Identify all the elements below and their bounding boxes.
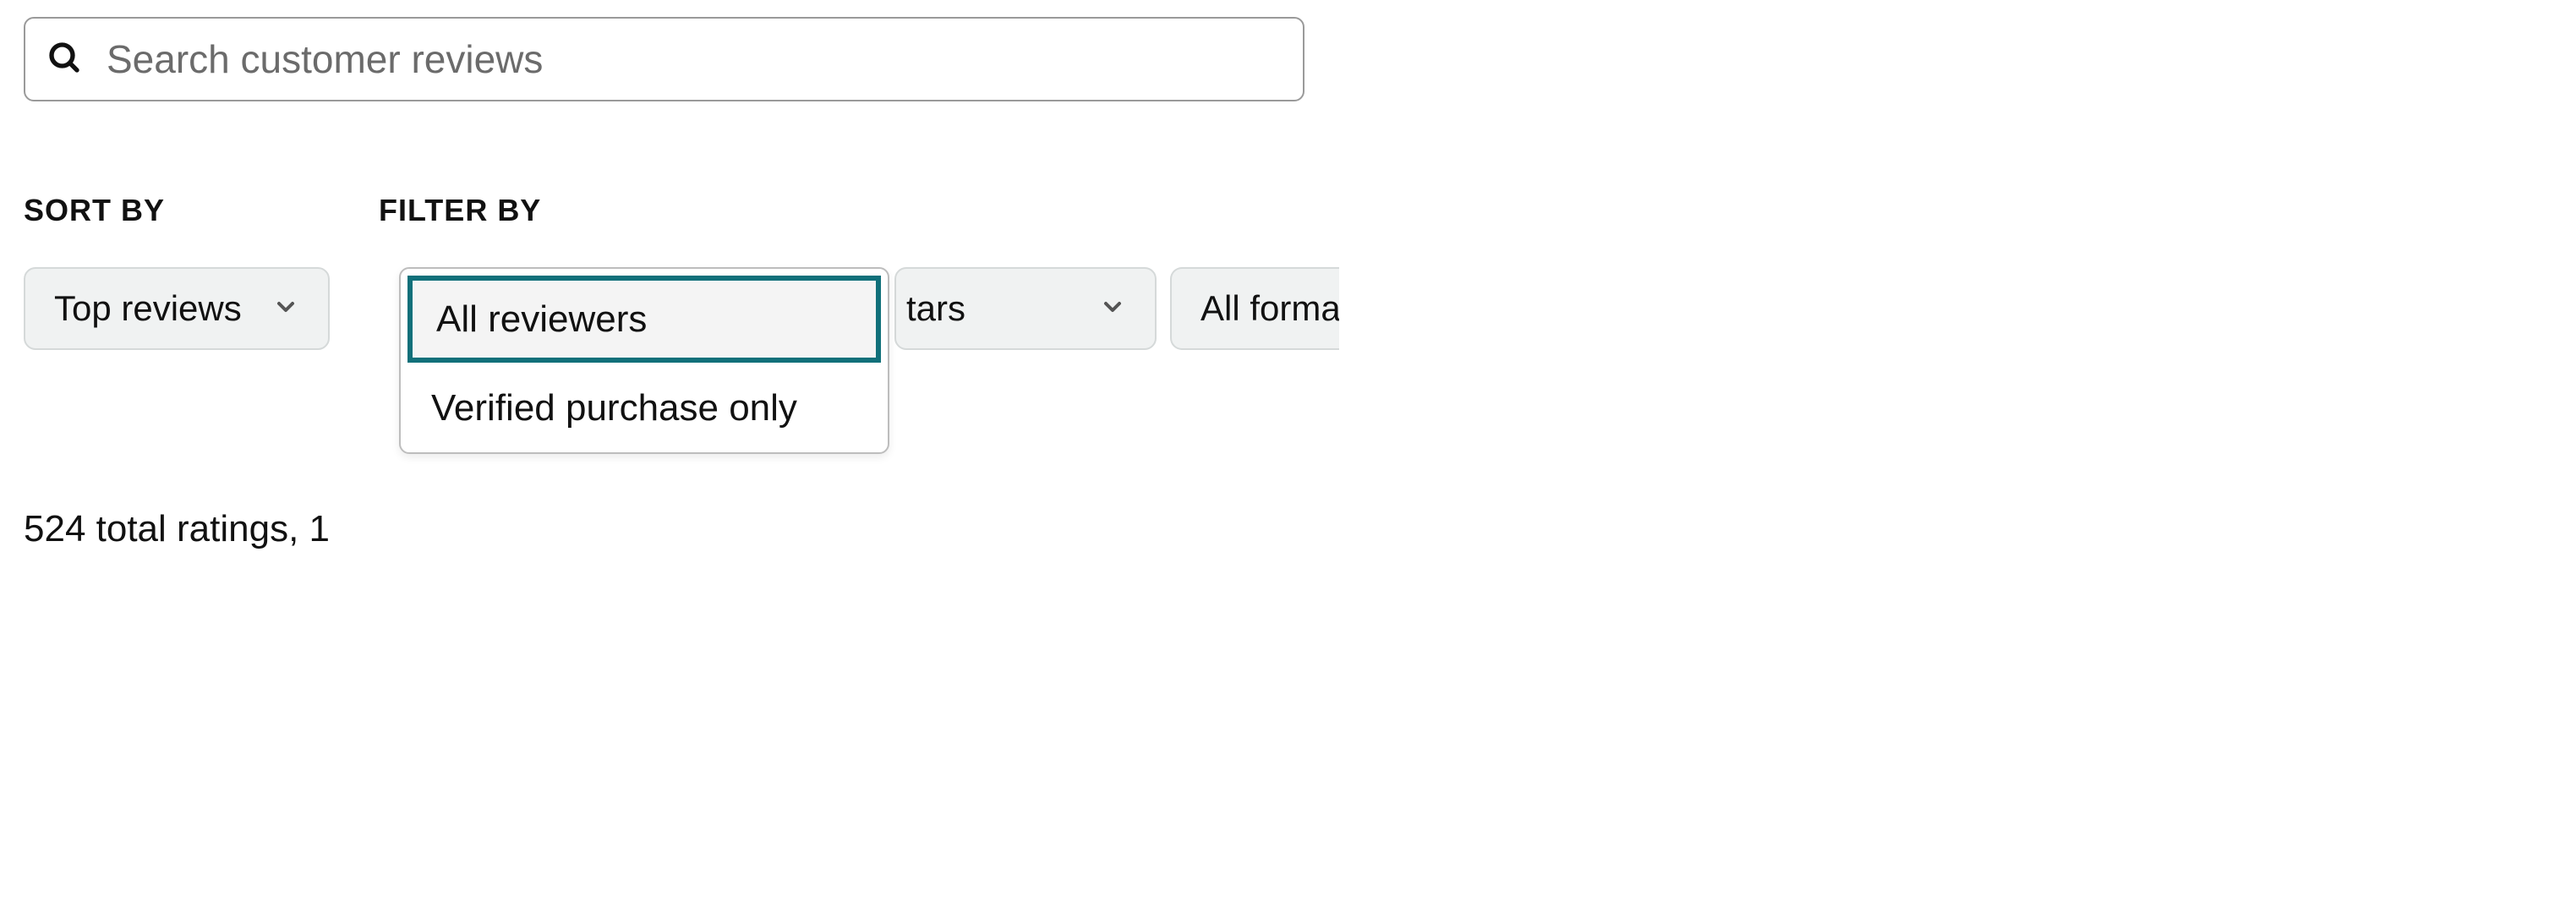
formats-filter-value-fragment: All forma [1200,288,1339,329]
search-icon [47,41,81,79]
sort-by-label: SORT BY [24,193,379,228]
reviewers-option-all[interactable]: All reviewers [407,276,881,363]
reviewers-option-verified[interactable]: Verified purchase only [401,364,888,451]
search-container[interactable] [24,17,1304,101]
filter-by-label: FILTER BY [379,193,541,228]
chevron-down-icon [272,288,299,329]
sort-selected-value: Top reviews [54,288,242,329]
stars-filter-dropdown[interactable]: tars [894,267,1157,350]
formats-filter-dropdown[interactable]: All forma [1170,267,1339,350]
sort-dropdown[interactable]: Top reviews [24,267,330,350]
reviewers-filter-dropdown-open: All reviewers Verified purchase only [399,267,889,454]
search-input[interactable] [107,36,1281,82]
controls-row: Top reviews tars All forma All reviewers… [24,267,2576,454]
section-labels-row: SORT BY FILTER BY [24,193,2576,228]
ratings-summary-fragment: 524 total ratings, 1 [24,508,2576,550]
chevron-down-icon [1099,288,1126,329]
stars-filter-value-fragment: tars [906,288,965,329]
